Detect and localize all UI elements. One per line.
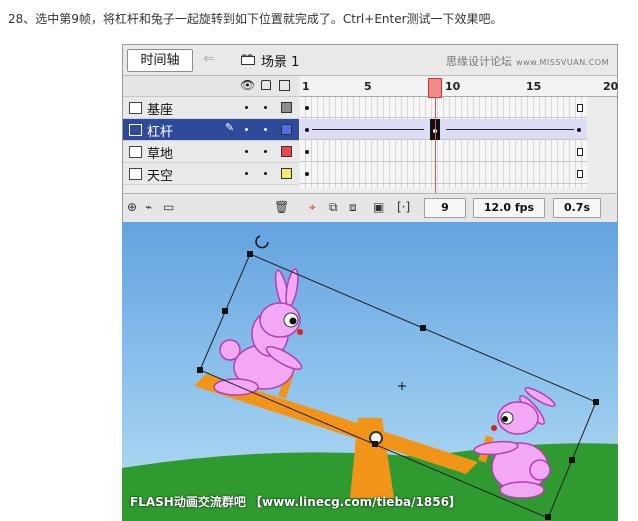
instruction-text: 28、选中第9帧，将杠杆和兔子一起旋转到如下位置就完成了。Ctrl+Enter测… bbox=[8, 12, 503, 26]
keyframe[interactable] bbox=[305, 128, 309, 132]
bunny-pupil bbox=[289, 317, 297, 325]
timeline-button[interactable]: 时间轴 bbox=[127, 49, 193, 72]
onion-outline-icon[interactable]: ⧈ bbox=[349, 200, 357, 215]
playhead[interactable] bbox=[428, 78, 442, 98]
frame-end[interactable] bbox=[577, 148, 583, 156]
playhead-line bbox=[435, 97, 436, 193]
trash-icon[interactable]: 🗑 bbox=[274, 200, 289, 214]
ruler-number: 15 bbox=[526, 80, 542, 93]
bunny-nose bbox=[297, 329, 303, 335]
frame-grid[interactable] bbox=[300, 97, 587, 189]
visibility-dot[interactable] bbox=[245, 106, 248, 109]
keyframe[interactable] bbox=[305, 150, 309, 154]
lock-dot[interactable] bbox=[264, 172, 267, 175]
lock-dot[interactable] bbox=[264, 128, 267, 131]
timeline-panel: 时间轴 ⇐ 场景 1 思缘设计论坛 www.MISSVUAN.COM 👁 1 5 … bbox=[122, 44, 618, 222]
layer-name: 杠杆 bbox=[147, 125, 174, 140]
bunny-left bbox=[213, 268, 303, 396]
add-guide-icon[interactable]: ⌁ bbox=[145, 200, 152, 214]
layer-name: 基座 bbox=[147, 103, 174, 118]
rotate-cursor-icon[interactable] bbox=[255, 235, 269, 249]
transform-handle[interactable] bbox=[545, 514, 551, 520]
visibility-dot[interactable] bbox=[245, 150, 248, 153]
center-frame-icon[interactable]: ⌖ bbox=[309, 200, 316, 215]
bunny-pupil bbox=[502, 416, 508, 422]
layer-icon bbox=[129, 102, 142, 114]
ruler-number: 1 bbox=[302, 80, 310, 93]
bunny-nose bbox=[491, 425, 497, 431]
layer-color-swatch[interactable] bbox=[281, 146, 292, 157]
frame-ruler[interactable]: 1 5 10 15 20 bbox=[300, 76, 619, 97]
keyframe[interactable] bbox=[305, 172, 309, 176]
layer-color-swatch[interactable] bbox=[281, 168, 292, 179]
add-layer-icon[interactable]: ⊕ bbox=[127, 200, 137, 214]
layer-row-tiankong[interactable]: 天空 bbox=[123, 163, 299, 185]
transform-handle[interactable] bbox=[593, 399, 599, 405]
layer-row-caodi[interactable]: 草地 bbox=[123, 141, 299, 163]
layer-icon bbox=[129, 124, 142, 136]
ruler-number: 20 bbox=[603, 80, 619, 93]
modify-markers-icon[interactable]: [·] bbox=[397, 200, 410, 214]
ruler-number: 10 bbox=[445, 80, 461, 93]
transform-handle[interactable] bbox=[197, 367, 203, 373]
timeline-bottom-bar: ⊕ ⌁ ▭ 🗑 ⌖ ⧉ ⧈ ▣ [·] 9 12.0 fps 0.7s bbox=[123, 193, 617, 222]
frame-row[interactable] bbox=[300, 163, 587, 184]
keyframe[interactable] bbox=[577, 128, 581, 132]
frame-end[interactable] bbox=[577, 170, 583, 178]
transform-handle[interactable] bbox=[247, 251, 253, 257]
pencil-icon: ✎ bbox=[225, 121, 235, 134]
layer-header: 👁 bbox=[123, 76, 299, 97]
layer-row-jizuo[interactable]: 基座 bbox=[123, 97, 299, 119]
visibility-dot[interactable] bbox=[245, 172, 248, 175]
visibility-dot[interactable] bbox=[245, 128, 248, 131]
outline-icon[interactable] bbox=[279, 80, 290, 91]
lock-dot[interactable] bbox=[264, 150, 267, 153]
back-arrow-icon[interactable]: ⇐ bbox=[203, 51, 215, 67]
layer-color-swatch[interactable] bbox=[281, 124, 292, 135]
current-frame-field[interactable]: 9 bbox=[424, 198, 466, 218]
stage-scene bbox=[122, 235, 618, 521]
stage-caption: FLASH动画交流群吧 【www.linecg.com/tieba/1856】 bbox=[130, 495, 461, 509]
watermark-url: www.MISSVUAN.COM bbox=[516, 58, 609, 67]
frame-row[interactable] bbox=[300, 97, 587, 118]
eye-icon[interactable]: 👁 bbox=[240, 78, 255, 92]
lock-dot[interactable] bbox=[264, 106, 267, 109]
keyframe[interactable] bbox=[305, 106, 309, 110]
stage[interactable] bbox=[122, 222, 618, 521]
time-field[interactable]: 0.7s bbox=[553, 198, 601, 218]
transform-handle[interactable] bbox=[372, 441, 378, 447]
timeline-topbar: 时间轴 ⇐ 场景 1 思缘设计论坛 www.MISSVUAN.COM bbox=[123, 45, 617, 76]
fps-field[interactable]: 12.0 fps bbox=[473, 198, 545, 218]
scene-icon bbox=[241, 54, 255, 65]
watermark: 思缘设计论坛 www.MISSVUAN.COM bbox=[446, 53, 609, 69]
transform-handle[interactable] bbox=[569, 457, 575, 463]
lock-icon[interactable] bbox=[261, 80, 271, 90]
frame-end[interactable] bbox=[577, 104, 583, 112]
frame-row[interactable] bbox=[300, 141, 587, 162]
tween-arrow bbox=[446, 129, 574, 130]
layer-icon bbox=[129, 168, 142, 180]
watermark-text: 思缘设计论坛 bbox=[446, 55, 513, 68]
frame-row[interactable] bbox=[300, 119, 587, 140]
layer-color-swatch[interactable] bbox=[281, 102, 292, 113]
layer-name: 草地 bbox=[147, 147, 174, 162]
layer-icon bbox=[129, 146, 142, 158]
layer-row-ganggan[interactable]: 杠杆 ✎ bbox=[123, 119, 299, 141]
ruler-number: 5 bbox=[364, 80, 372, 93]
crosshair-icon bbox=[398, 382, 406, 390]
tween-arrow bbox=[312, 129, 424, 130]
edit-multiple-icon[interactable]: ▣ bbox=[373, 200, 384, 214]
scene-name[interactable]: 场景 1 bbox=[261, 51, 299, 70]
onion-skin-icon[interactable]: ⧉ bbox=[329, 200, 338, 215]
layer-name: 天空 bbox=[147, 169, 174, 184]
transform-handle[interactable] bbox=[420, 325, 426, 331]
transform-handle[interactable] bbox=[222, 308, 228, 314]
add-folder-icon[interactable]: ▭ bbox=[163, 200, 174, 214]
